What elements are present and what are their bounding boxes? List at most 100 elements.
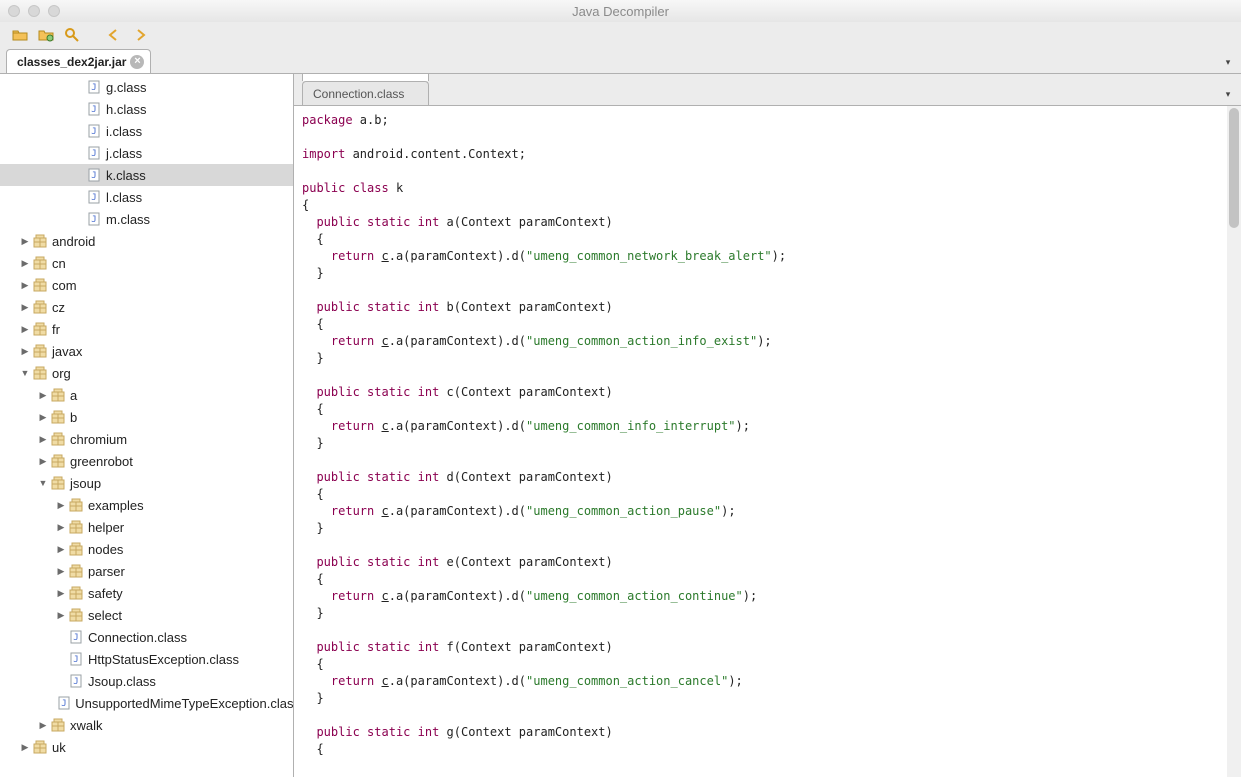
package-node[interactable]: ▶fr [0, 318, 294, 340]
tree-node-label: UnsupportedMimeTypeException.class [75, 696, 294, 711]
class-node[interactable]: ▶JHttpStatusException.class [0, 648, 294, 670]
disclosure-triangle-icon[interactable]: ▶ [36, 434, 50, 445]
tabstrip-overflow-button[interactable]: ▾ [1221, 55, 1235, 69]
disclosure-triangle-icon[interactable]: ▶ [18, 346, 32, 357]
tree-node-label: helper [88, 520, 124, 535]
open-type-icon[interactable] [38, 27, 54, 43]
package-icon [32, 277, 48, 293]
editor-pane: k.class×Connection.class ▾ package a.b; … [294, 74, 1241, 777]
class-node[interactable]: ▶Jg.class [0, 76, 294, 98]
disclosure-spacer: ▶ [72, 192, 86, 203]
disclosure-spacer: ▶ [72, 82, 86, 93]
editor-tab[interactable]: Connection.class [302, 81, 429, 105]
svg-text:J: J [73, 677, 78, 687]
disclosure-triangle-icon[interactable]: ▶ [54, 522, 68, 533]
editor-tabstrip-overflow-button[interactable]: ▾ [1221, 87, 1235, 101]
app-window: Java Decompiler classes_dex2jar.jar× ▾ ▶… [0, 0, 1241, 777]
package-node[interactable]: ▼org [0, 362, 294, 384]
disclosure-triangle-icon[interactable]: ▶ [18, 324, 32, 335]
package-icon [50, 409, 66, 425]
minimize-window-icon[interactable] [28, 5, 40, 17]
package-node[interactable]: ▶android [0, 230, 294, 252]
disclosure-triangle-icon[interactable]: ▶ [54, 588, 68, 599]
svg-text:J: J [62, 699, 67, 709]
package-node[interactable]: ▶ greenrobot [0, 450, 294, 472]
class-node[interactable]: ▶ J Jsoup.class [0, 670, 294, 692]
package-node[interactable]: ▶ helper [0, 516, 294, 538]
editor-tab[interactable]: k.class× [302, 74, 429, 81]
disclosure-spacer: ▶ [72, 104, 86, 115]
class-node[interactable]: ▶Jk.class [0, 164, 294, 186]
class-node[interactable]: ▶Ji.class [0, 120, 294, 142]
disclosure-triangle-icon[interactable]: ▼ [18, 368, 32, 378]
close-icon[interactable]: × [353, 74, 360, 77]
class-node[interactable]: ▶ J UnsupportedMimeTypeException.class [0, 692, 294, 714]
tree-node-label: l.class [106, 190, 142, 205]
archive-tab[interactable]: classes_dex2jar.jar× [6, 49, 151, 73]
disclosure-triangle-icon[interactable]: ▶ [18, 258, 32, 269]
editor-vertical-scrollbar[interactable] [1227, 106, 1241, 777]
class-node[interactable]: ▶Jl.class [0, 186, 294, 208]
class-node[interactable]: ▶JConnection.class [0, 626, 294, 648]
package-node[interactable]: ▶parser [0, 560, 294, 582]
disclosure-triangle-icon[interactable]: ▼ [36, 478, 50, 488]
disclosure-triangle-icon[interactable]: ▶ [18, 236, 32, 247]
package-node[interactable]: ▶ examples [0, 494, 294, 516]
disclosure-spacer: ▶ [45, 698, 57, 709]
class-node[interactable]: ▶Jh.class [0, 98, 294, 120]
disclosure-triangle-icon[interactable]: ▶ [36, 390, 50, 401]
package-node[interactable]: ▶cn [0, 252, 294, 274]
disclosure-triangle-icon[interactable]: ▶ [54, 566, 68, 577]
tree-node-label: examples [88, 498, 144, 513]
package-node[interactable]: ▶a [0, 384, 294, 406]
package-node[interactable]: ▶uk [0, 736, 294, 758]
class-node[interactable]: ▶Jj.class [0, 142, 294, 164]
tree-node-label: Jsoup.class [88, 674, 156, 689]
tree-node-label: jsoup [70, 476, 101, 491]
close-window-icon[interactable] [8, 5, 20, 17]
disclosure-triangle-icon[interactable]: ▶ [36, 456, 50, 467]
editor-tab-label: k.class [313, 74, 353, 77]
code-editor[interactable]: package a.b; import android.content.Cont… [294, 106, 1241, 777]
disclosure-spacer: ▶ [72, 148, 86, 159]
disclosure-triangle-icon[interactable]: ▶ [18, 742, 32, 753]
disclosure-triangle-icon[interactable]: ▶ [36, 412, 50, 423]
class-node[interactable]: ▶Jm.class [0, 208, 294, 230]
package-node[interactable]: ▶cz [0, 296, 294, 318]
java-class-icon: J [68, 673, 84, 689]
package-node[interactable]: ▶ chromium [0, 428, 294, 450]
disclosure-triangle-icon[interactable]: ▶ [54, 544, 68, 555]
package-node[interactable]: ▶nodes [0, 538, 294, 560]
disclosure-triangle-icon[interactable]: ▶ [54, 500, 68, 511]
package-icon [50, 475, 66, 491]
svg-text:J: J [91, 127, 96, 137]
package-node[interactable]: ▶safety [0, 582, 294, 604]
java-class-icon: J [86, 167, 102, 183]
disclosure-triangle-icon[interactable]: ▶ [18, 280, 32, 291]
nav-forward-icon[interactable] [132, 27, 148, 43]
tree-node-label: chromium [70, 432, 127, 447]
disclosure-triangle-icon[interactable]: ▶ [18, 302, 32, 313]
disclosure-triangle-icon[interactable]: ▶ [36, 720, 50, 731]
disclosure-spacer: ▶ [72, 170, 86, 181]
close-icon[interactable]: × [130, 55, 144, 69]
package-tree-pane[interactable]: ▶Jg.class▶Jh.class▶Ji.class▶Jj.class▶Jk.… [0, 74, 294, 777]
tree-node-label: k.class [106, 168, 146, 183]
search-icon[interactable] [64, 27, 80, 43]
tree-node-label: greenrobot [70, 454, 133, 469]
nav-back-icon[interactable] [106, 27, 122, 43]
package-node[interactable]: ▼ jsoup [0, 472, 294, 494]
package-node[interactable]: ▶javax [0, 340, 294, 362]
open-file-icon[interactable] [12, 27, 28, 43]
disclosure-triangle-icon[interactable]: ▶ [54, 610, 68, 621]
disclosure-spacer: ▶ [54, 676, 68, 687]
package-node[interactable]: ▶select [0, 604, 294, 626]
tree-node-label: i.class [106, 124, 142, 139]
package-node[interactable]: ▶xwalk [0, 714, 294, 736]
package-node[interactable]: ▶com [0, 274, 294, 296]
package-icon [32, 739, 48, 755]
zoom-window-icon[interactable] [48, 5, 60, 17]
package-node[interactable]: ▶b [0, 406, 294, 428]
svg-text:J: J [73, 633, 78, 643]
package-icon [68, 585, 84, 601]
